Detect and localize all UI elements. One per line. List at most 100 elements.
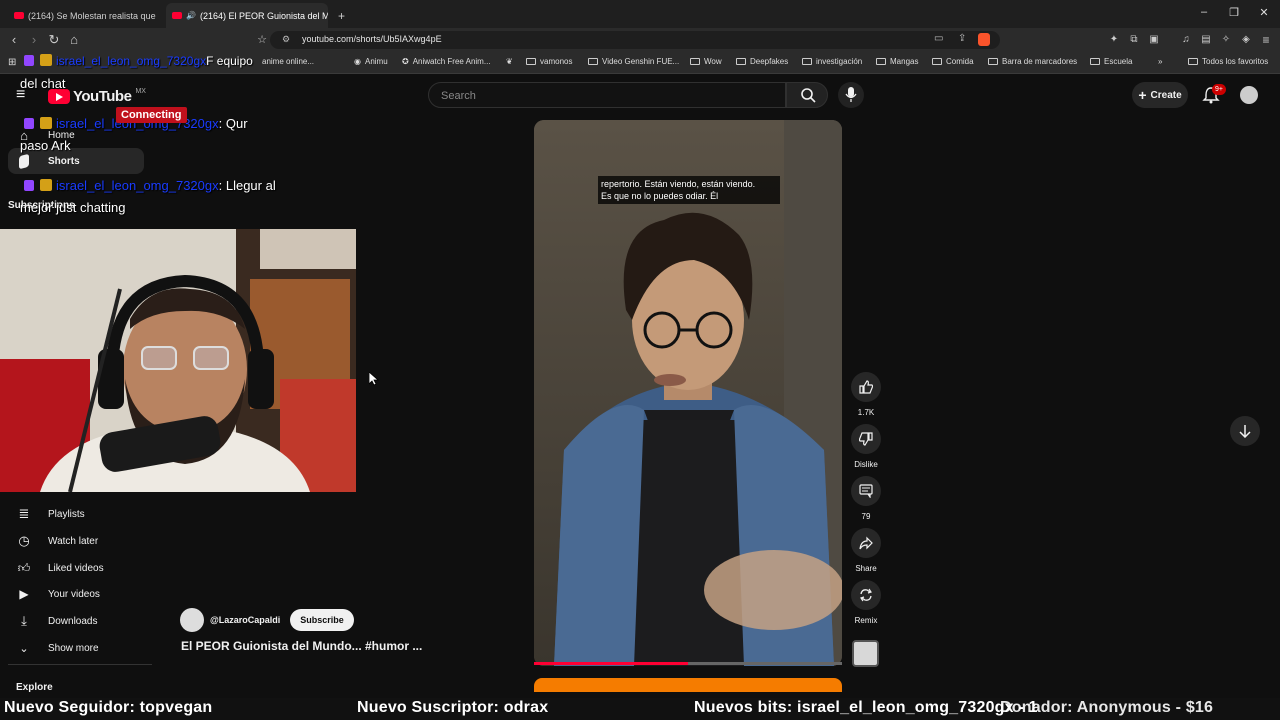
chat-message: mejor just chatting <box>20 200 126 215</box>
folder-icon <box>736 58 746 65</box>
chat-message: israel_el_leon_omg_7320gxF equipo <box>24 54 253 68</box>
share-button[interactable]: Share <box>850 528 882 573</box>
sidebar-item-playlists[interactable]: ≣ Playlists <box>8 501 144 527</box>
music-icon[interactable]: ♫ <box>1178 32 1194 48</box>
address-bar[interactable]: ⚙ youtube.com/shorts/Ub5IAXwg4pE ▭ ⇪ <box>270 31 1000 49</box>
sound-thumbnail[interactable] <box>852 640 879 667</box>
connecting-badge: Connecting <box>116 107 187 123</box>
account-avatar[interactable] <box>1240 86 1258 104</box>
all-favorites[interactable]: Todos los favoritos <box>1188 57 1268 66</box>
bookmark-folder[interactable]: Comida <box>932 57 974 66</box>
subscribe-button[interactable]: Subscribe <box>290 609 354 631</box>
gift-icon <box>40 54 52 66</box>
dislike-button[interactable]: Dislike <box>850 424 882 469</box>
folder-icon <box>932 58 942 65</box>
youtube-favicon-icon <box>14 12 24 19</box>
sidebar-item-watch-later[interactable]: ◷ Watch later <box>8 528 144 554</box>
forward-icon[interactable]: › <box>26 32 42 48</box>
site-info-icon[interactable]: ⚙ <box>282 34 290 45</box>
thumbs-up-icon: 👍︎ <box>17 560 31 575</box>
more-bookmarks-icon[interactable]: » <box>1158 57 1162 66</box>
search-input[interactable]: Search <box>428 82 786 108</box>
back-icon[interactable]: ‹ <box>6 32 22 48</box>
tab-title: (2164) El PEOR Guionista del M <box>199 10 328 21</box>
video-progress-bar[interactable] <box>534 662 842 665</box>
folder-icon <box>1188 58 1198 65</box>
cast-icon[interactable]: ▭ <box>934 33 943 44</box>
next-short-button[interactable] <box>1230 416 1260 446</box>
ticker-item: Nuevo Suscriptor: odrax <box>357 699 549 716</box>
channel-avatar[interactable] <box>180 608 204 632</box>
apps-grid-icon[interactable]: ⊞ <box>8 57 16 68</box>
bookmark-folder[interactable]: vamonos <box>526 57 572 66</box>
search-button[interactable] <box>786 82 828 108</box>
bookmark-item[interactable]: ❦ <box>506 57 513 66</box>
remix-icon <box>851 580 881 610</box>
create-button[interactable]: + Create <box>1132 82 1188 108</box>
twitch-icon <box>24 180 34 191</box>
reload-icon[interactable]: ↻ <box>46 32 62 48</box>
clock-icon: ◷ <box>18 533 30 548</box>
sidebar-item-downloads[interactable]: ⤓ Downloads <box>8 608 144 634</box>
bookmark-star-icon[interactable]: ☆ <box>254 32 270 48</box>
thumbs-down-icon <box>851 424 881 454</box>
tab-title: (2164) Se Molestan realista que las <box>28 10 158 21</box>
sidebar-item-your-videos[interactable]: ▶ Your videos <box>8 581 144 607</box>
extension-icon[interactable]: ✦ <box>1106 32 1122 48</box>
bookmark-folder[interactable]: Wow <box>690 57 722 66</box>
remix-button[interactable]: Remix <box>850 580 882 625</box>
bookmark-folder[interactable]: Mangas <box>876 57 918 66</box>
close-window-icon[interactable]: ✕ <box>1254 6 1274 19</box>
bookmark-folder[interactable]: Video Genshin FUE... <box>588 57 679 66</box>
minimize-icon[interactable]: – <box>1194 6 1214 18</box>
channel-name[interactable]: @LazaroCapaldi <box>210 615 280 625</box>
ticker-item: Nuevos bits: israel_el_leon_omg_7320gx -… <box>694 699 1038 716</box>
url-text: youtube.com/shorts/Ub5IAXwg4pE <box>302 34 442 44</box>
home-browser-icon[interactable]: ⌂ <box>66 32 82 48</box>
microphone-icon <box>845 87 857 102</box>
folder-icon <box>690 58 700 65</box>
youtube-play-icon <box>48 89 70 104</box>
folder-icon <box>876 58 886 65</box>
bookmark-item[interactable]: ✪ Aniwatch Free Anim... <box>402 57 491 66</box>
short-title[interactable]: El PEOR Guionista del Mundo... #humor ..… <box>181 639 422 653</box>
share-page-icon[interactable]: ⇪ <box>958 33 966 44</box>
browser-tab[interactable]: (2164) Se Molestan realista que las <box>8 3 158 28</box>
bookmark-folder[interactable]: Deepfakes <box>736 57 788 66</box>
sidebar-item-liked-videos[interactable]: 👍︎ Liked videos <box>8 555 144 581</box>
ticker-item: Donador: Anonymous - $16 <box>1000 699 1214 716</box>
comments-button[interactable]: 79 <box>850 476 882 521</box>
bookmark-folder[interactable]: investigación <box>802 57 862 66</box>
gift-icon <box>40 117 52 129</box>
streamer-webcam <box>0 229 356 492</box>
video-caption: repertorio. Están viendo, están viendo. … <box>598 176 780 204</box>
chat-message: paso Ark <box>20 138 71 153</box>
share-icon <box>851 528 881 558</box>
sidebar-item-show-more[interactable]: ⌄ Show more <box>8 635 144 661</box>
next-short-preview[interactable] <box>534 678 842 692</box>
wallet-icon[interactable]: ▤ <box>1198 32 1214 48</box>
chevron-down-icon: ⌄ <box>19 642 29 655</box>
like-button[interactable]: 1.7K <box>850 372 882 417</box>
puzzle-icon[interactable]: ⧉ <box>1126 32 1142 48</box>
ai-icon[interactable]: ✧ <box>1218 32 1234 48</box>
restore-icon[interactable]: ❐ <box>1224 6 1244 19</box>
new-tab-button[interactable]: + <box>332 3 352 28</box>
bookmark-item[interactable]: ◉ Animu <box>354 57 388 66</box>
browser-tab-active[interactable]: 🔊 (2164) El PEOR Guionista del M ✕ <box>166 3 328 28</box>
bookmark-folder[interactable]: Barra de marcadores <box>988 57 1077 66</box>
menu-icon[interactable]: ≡ <box>1258 32 1274 48</box>
bookmark-partial[interactable]: anime online... <box>262 57 314 66</box>
vpn-icon[interactable]: ◈ <box>1238 32 1254 48</box>
sidebar-divider <box>8 664 152 665</box>
stream-alert-ticker: Nuevo Seguidor: topvegan Nuevo Suscripto… <box>0 698 1280 720</box>
bookmark-folder[interactable]: Escuela <box>1090 57 1132 66</box>
channel-info: @LazaroCapaldi Subscribe <box>180 608 354 632</box>
site-icon: ❦ <box>506 57 513 66</box>
arrow-down-icon <box>1239 425 1251 438</box>
brave-shield-icon[interactable] <box>978 33 990 46</box>
sidebar-toggle-icon[interactable]: ▣ <box>1146 32 1162 48</box>
thumbs-up-icon <box>851 372 881 402</box>
voice-search-button[interactable] <box>838 82 864 108</box>
gift-icon <box>40 179 52 191</box>
